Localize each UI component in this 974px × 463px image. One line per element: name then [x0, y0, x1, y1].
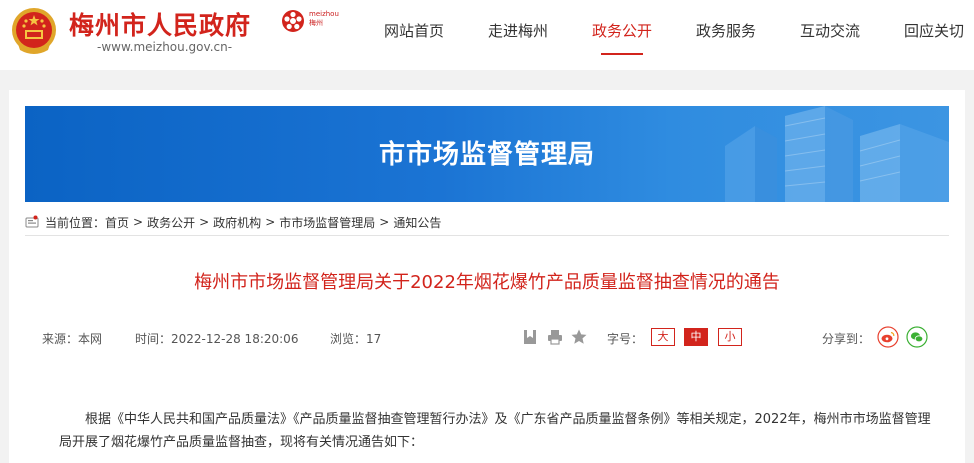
print-icon[interactable] — [546, 328, 564, 346]
nav-item-interaction[interactable]: 互动交流 — [778, 0, 882, 70]
nav-item-home[interactable]: 网站首页 — [362, 0, 466, 70]
breadcrumb-item-gov-affairs[interactable]: 政务公开 — [147, 214, 195, 231]
breadcrumb-separator: > — [199, 215, 210, 229]
breadcrumb-item-home[interactable]: 首页 — [105, 214, 129, 231]
breadcrumb-separator: > — [379, 215, 390, 229]
department-title: 市市场监督管理局 — [378, 140, 595, 170]
article-paragraph: 根据《中华人民共和国产品质量法》《产品质量监督抽查管理暂行办法》及《广东省产品质… — [59, 412, 931, 450]
main-nav: 网站首页 走进梅州 政务公开 政务服务 互动交流 回应关切 — [362, 0, 974, 70]
city-logo-text: meizhou 梅州 — [309, 10, 339, 28]
city-logo-text-en: meizhou — [309, 10, 339, 18]
nav-item-about[interactable]: 走进梅州 — [466, 0, 570, 70]
share-label: 分享到： — [822, 332, 871, 346]
article-meta: 来源：本网 时间：2022-12-28 18:20:06 浏览：17 字号： 大… — [9, 326, 965, 348]
meizhou-logo-icon — [282, 10, 304, 32]
nav-item-response[interactable]: 回应关切 — [882, 0, 974, 70]
national-emblem-icon[interactable] — [10, 6, 58, 58]
site-url: -www.meizhou.gov.cn- — [97, 40, 233, 54]
weibo-icon[interactable] — [877, 326, 899, 348]
breadcrumb-separator: > — [265, 215, 276, 229]
location-icon — [25, 215, 39, 228]
nav-item-gov-affairs[interactable]: 政务公开 — [570, 0, 674, 70]
breadcrumb-item-gov-agencies[interactable]: 政府机构 — [213, 214, 261, 231]
breadcrumb-divider — [25, 235, 949, 236]
city-logo-text-cn: 梅州 — [309, 19, 323, 27]
font-size-small-button[interactable]: 小 — [718, 328, 742, 346]
font-size-label: 字号： — [607, 332, 644, 346]
breadcrumb-separator: > — [133, 215, 144, 229]
font-size-large-button[interactable]: 大 — [651, 328, 675, 346]
bookmark-icon[interactable] — [521, 328, 539, 346]
article-views: 浏览：17 — [330, 332, 382, 346]
site-header: 梅州市人民政府 -www.meizhou.gov.cn- meizhou 梅州 … — [0, 0, 974, 70]
breadcrumb-prefix: 当前位置： — [45, 215, 106, 230]
wechat-icon[interactable] — [906, 326, 928, 348]
font-size-medium-button[interactable]: 中 — [684, 328, 708, 346]
article-title: 梅州市市场监督管理局关于2022年烟花爆竹产品质量监督抽查情况的通告 — [194, 272, 780, 293]
nav-item-services[interactable]: 政务服务 — [674, 0, 778, 70]
site-title[interactable]: 梅州市人民政府 — [69, 6, 251, 42]
content-card: 市市场监督管理局 当前位置： 首页 > 政务公开 > 政府机构 > 市市场监督管… — [9, 90, 965, 463]
article-source: 来源：本网 — [42, 332, 103, 346]
breadcrumb-item-market-bureau[interactable]: 市市场监督管理局 — [279, 214, 375, 231]
breadcrumb-item-notices[interactable]: 通知公告 — [393, 214, 441, 231]
department-banner: 市市场监督管理局 — [25, 106, 949, 202]
star-icon[interactable] — [570, 328, 588, 346]
breadcrumb: 当前位置： 首页 > 政务公开 > 政府机构 > 市市场监督管理局 > 通知公告 — [25, 212, 441, 232]
article-time: 时间：2022-12-28 18:20:06 — [135, 332, 299, 346]
